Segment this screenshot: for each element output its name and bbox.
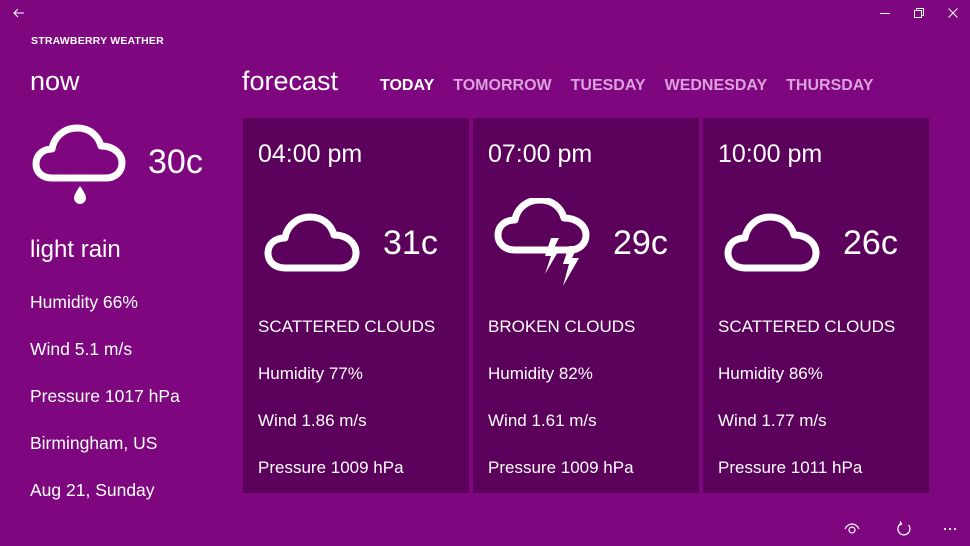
card-temperature: 29c (613, 224, 668, 262)
card-time: 10:00 pm (718, 140, 823, 168)
thunderstorm-cloud-icon (494, 198, 590, 286)
minimize-button[interactable] (868, 0, 902, 26)
card-humidity: Humidity 82% (488, 364, 593, 383)
now-pressure: Pressure 1017 hPa (30, 386, 180, 406)
tab-tuesday[interactable]: TUESDAY (571, 77, 646, 95)
more-button[interactable] (930, 512, 970, 546)
now-wind: Wind 5.1 m/s (30, 339, 133, 359)
refresh-button[interactable] (878, 512, 930, 546)
back-arrow-icon (13, 8, 24, 18)
forecast-cards: 04:00 pm 31c SCATTERED CLOUDS Humidity 7… (243, 118, 929, 493)
refresh-icon (897, 521, 911, 536)
now-humidity: Humidity 66% (30, 292, 138, 312)
card-humidity: Humidity 86% (718, 364, 823, 383)
card-pressure: Pressure 1011 hPa (718, 458, 863, 477)
card-wind: Wind 1.61 m/s (488, 411, 597, 430)
app-bar (826, 512, 970, 546)
forecast-heading: forecast (242, 66, 339, 96)
now-description: light rain (30, 236, 121, 263)
back-button[interactable] (9, 3, 29, 23)
app-title: STRAWBERRY WEATHER (31, 35, 164, 47)
card-description: BROKEN CLOUDS (488, 317, 636, 336)
close-icon (948, 8, 958, 18)
close-button[interactable] (936, 0, 970, 26)
tab-thursday[interactable]: THURSDAY (786, 77, 873, 95)
forecast-card: 04:00 pm 31c SCATTERED CLOUDS Humidity 7… (243, 118, 469, 493)
card-time: 04:00 pm (258, 140, 363, 168)
cloud-icon (724, 213, 820, 272)
now-location: Birmingham, US (30, 433, 158, 453)
card-pressure: Pressure 1009 hPa (488, 458, 634, 477)
card-pressure: Pressure 1009 hPa (258, 458, 404, 477)
card-wind: Wind 1.86 m/s (258, 411, 367, 430)
cloud-icon (264, 213, 360, 272)
window-controls (868, 0, 970, 26)
now-heading: now (30, 66, 80, 96)
card-description: SCATTERED CLOUDS (718, 317, 896, 336)
now-temperature: 30c (148, 143, 203, 181)
card-temperature: 26c (843, 224, 898, 262)
card-humidity: Humidity 77% (258, 364, 363, 383)
day-tabs: TODAY TOMORROW TUESDAY WEDNESDAY THURSDA… (380, 77, 874, 95)
view-button[interactable] (826, 512, 878, 546)
rain-cloud-icon (32, 124, 126, 204)
forecast-card: 10:00 pm 26c SCATTERED CLOUDS Humidity 8… (703, 118, 929, 493)
minimize-icon (880, 13, 890, 14)
tab-tomorrow[interactable]: TOMORROW (453, 77, 551, 95)
forecast-card: 07:00 pm 29c BROKEN CLOUDS Humidity 82% … (473, 118, 699, 493)
eye-icon (844, 523, 860, 534)
tab-wednesday[interactable]: WEDNESDAY (665, 77, 768, 95)
card-wind: Wind 1.77 m/s (718, 411, 827, 430)
card-time: 07:00 pm (488, 140, 593, 168)
tab-today[interactable]: TODAY (380, 77, 434, 95)
restore-icon (914, 8, 924, 18)
restore-button[interactable] (902, 0, 936, 26)
more-icon (943, 527, 957, 531)
title-bar (0, 0, 970, 26)
card-temperature: 31c (383, 224, 438, 262)
card-description: SCATTERED CLOUDS (258, 317, 436, 336)
now-date: Aug 21, Sunday (30, 480, 155, 500)
